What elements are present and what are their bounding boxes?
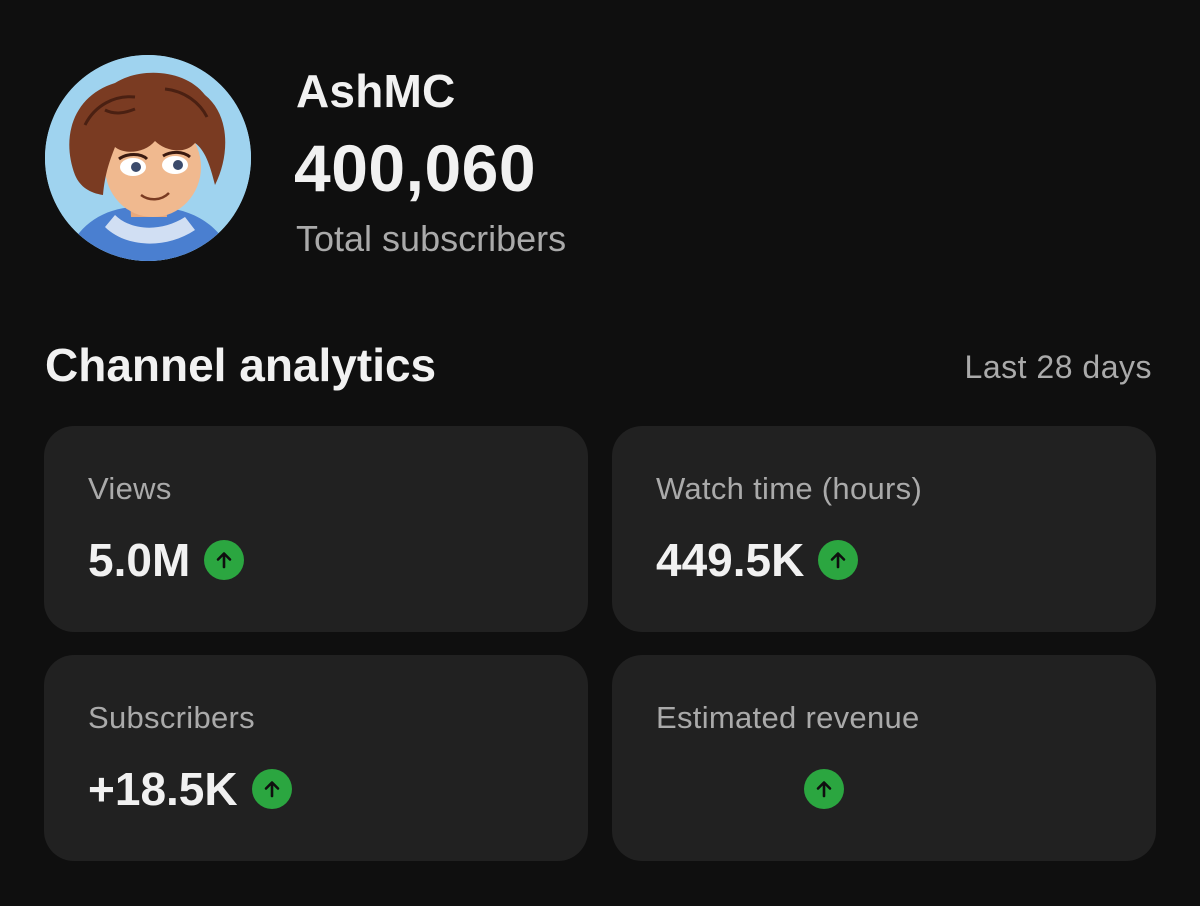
avatar-image [45,55,251,261]
period-selector[interactable]: Last 28 days [965,349,1152,386]
total-subscriber-count: 400,060 [294,131,537,205]
channel-avatar[interactable] [45,55,251,261]
card-label: Views [88,471,172,506]
arrow-up-icon [251,769,292,809]
channel-name: AshMC [296,65,456,117]
subscribers-card[interactable]: Subscribers +18.5K [44,655,588,861]
views-card[interactable]: Views 5.0M [44,426,588,632]
arrow-up-icon [804,769,844,809]
card-value: +18.5K [88,763,238,815]
card-value-row [790,759,844,819]
card-value: 5.0M [88,534,191,586]
card-value-row: 5.0M [88,530,245,590]
card-value: 449.5K [656,534,805,586]
section-title: Channel analytics [45,339,437,391]
estimated-revenue-card[interactable]: Estimated revenue [612,655,1156,861]
watch-time-card[interactable]: Watch time (hours) 449.5K [612,426,1156,632]
arrow-up-icon [204,540,245,580]
card-value-row: 449.5K [656,530,859,590]
card-label: Subscribers [88,700,255,735]
card-value-row: +18.5K [88,759,292,819]
arrow-up-icon [818,540,859,580]
card-label: Watch time (hours) [656,471,923,506]
card-label: Estimated revenue [656,700,920,735]
total-subscribers-label: Total subscribers [296,218,567,259]
